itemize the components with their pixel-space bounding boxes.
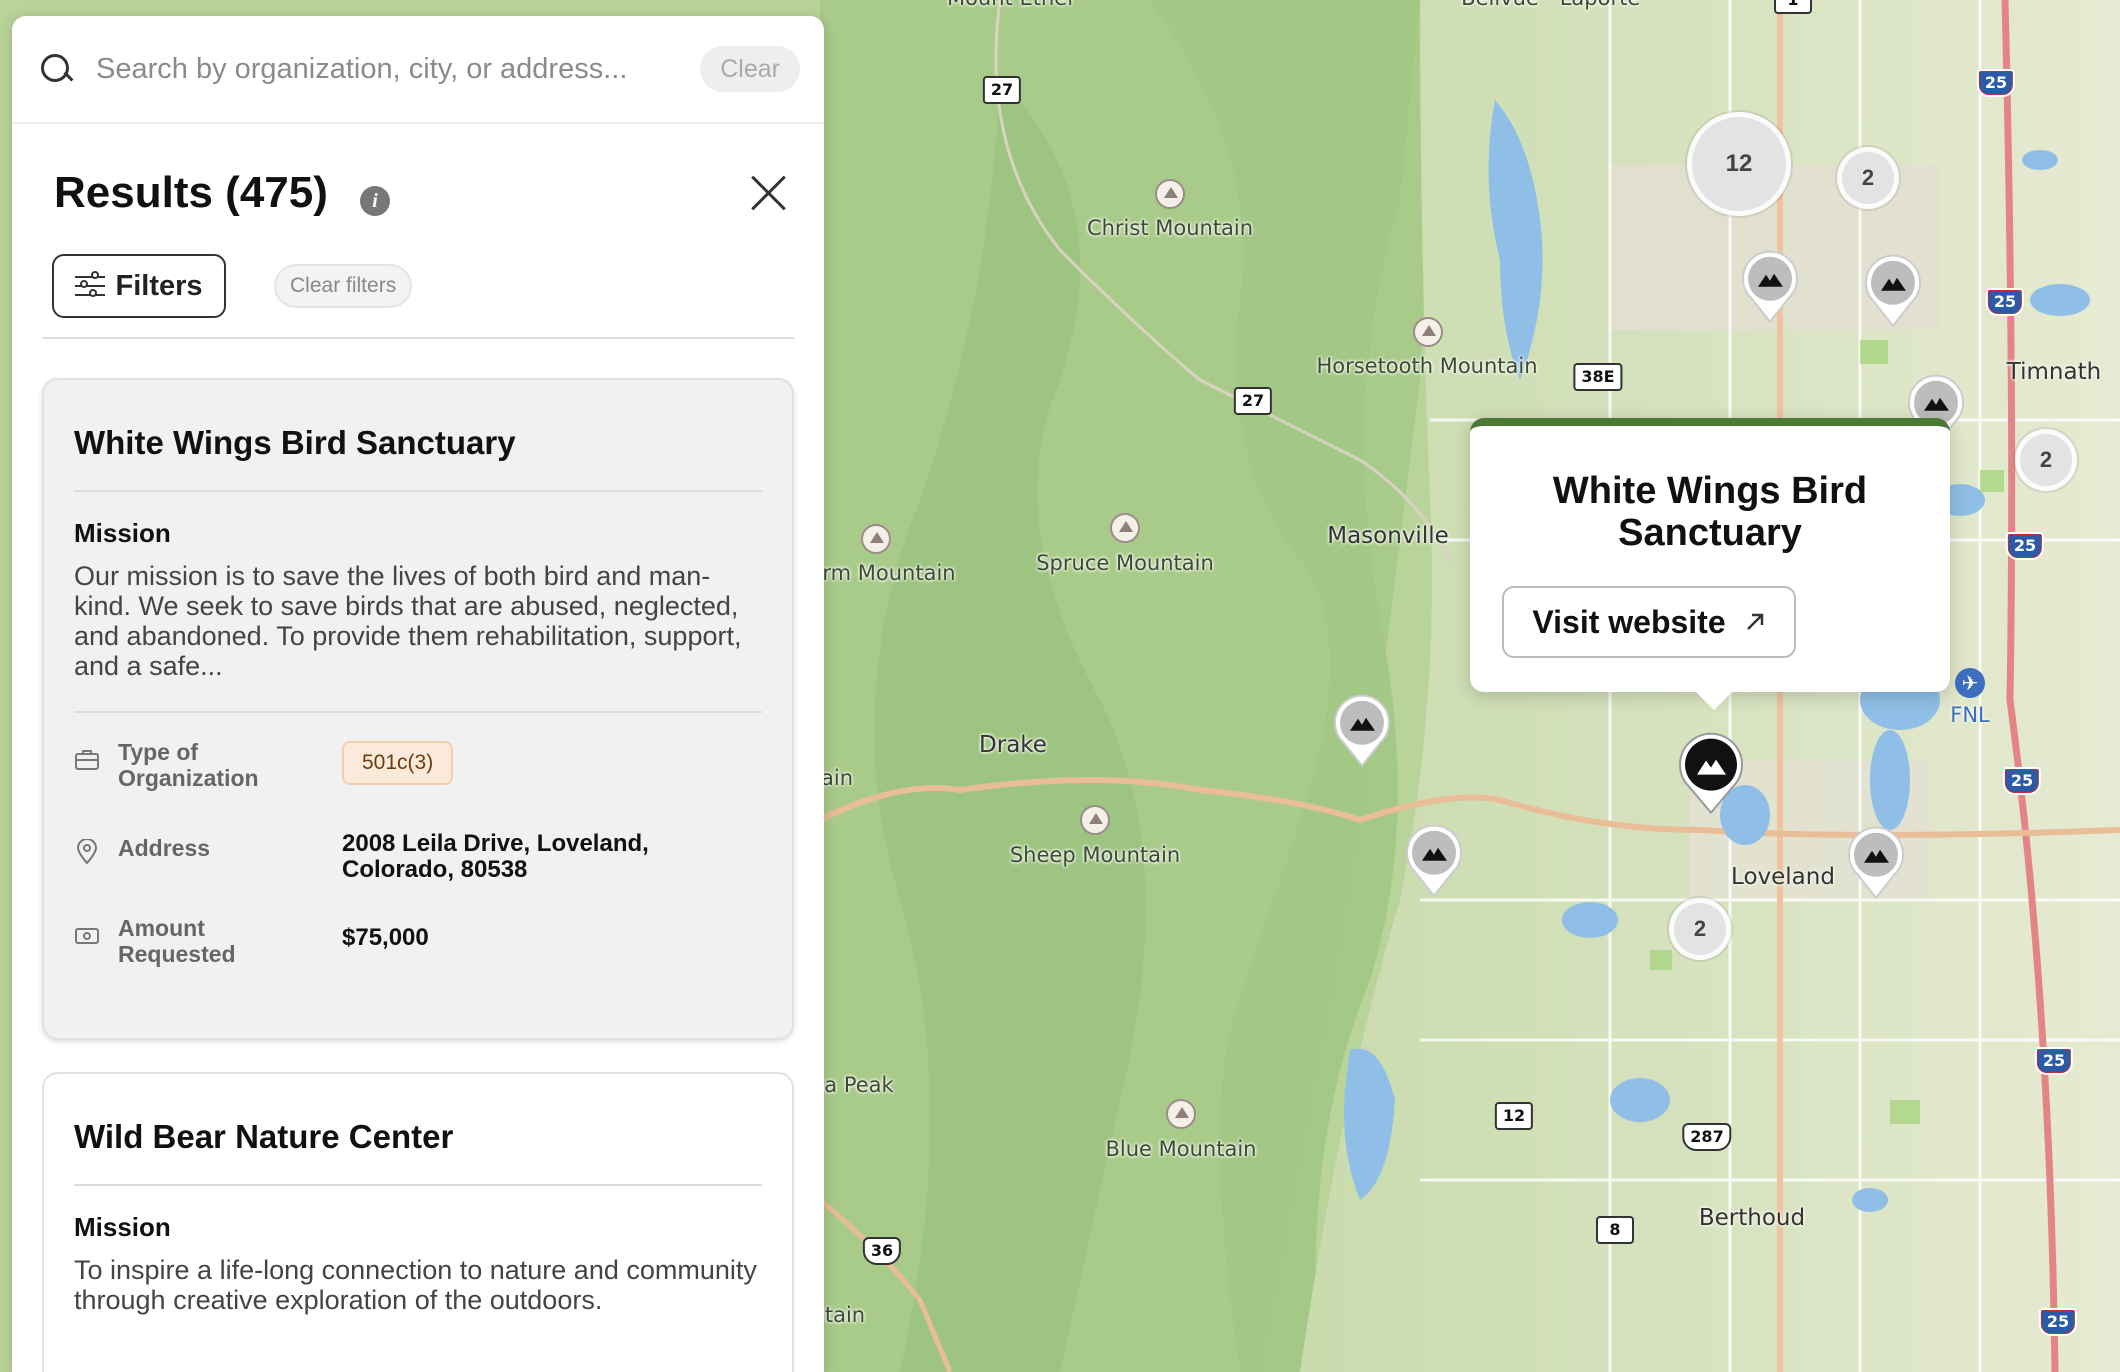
place-label: Mount Ethel (947, 0, 1073, 10)
location-pin-icon (76, 839, 98, 865)
mission-text: Our mission is to save the lives of both… (74, 561, 762, 713)
place-label: Christ Mountain (1086, 216, 1254, 240)
cluster-marker[interactable]: 12 (1687, 112, 1791, 216)
interstate-shield: 25 (2034, 1047, 2074, 1075)
route-shield: 38E (1573, 363, 1623, 391)
popup-title: White Wings Bird Sanctuary (1552, 470, 1868, 554)
peak-icon (1110, 513, 1140, 543)
place-label: ain (820, 766, 854, 790)
peak-icon (1155, 179, 1185, 209)
address-label: Address (118, 835, 211, 861)
interstate-shield: 25 (2038, 1308, 2078, 1336)
detail-row-address: Address 2008 Leila Drive, Loveland, Colo… (74, 823, 762, 901)
place-label: Drake (979, 732, 1047, 758)
filters-button[interactable]: Filters (52, 254, 226, 318)
search-bar: Clear (12, 16, 824, 124)
place-label: FNL (1950, 703, 1990, 727)
place-label: Berthoud (1698, 1205, 1806, 1231)
popup-tail (1696, 692, 1732, 710)
peak-icon (1080, 805, 1110, 835)
route-shield: 8 (1596, 1216, 1634, 1244)
route-shield: 27 (982, 76, 1022, 104)
map-popup: White Wings Bird Sanctuary Visit website (1470, 418, 1950, 710)
type-label: Type of Organization (118, 739, 259, 791)
address-value: 2008 Leila Drive, Loveland, Colorado, 80… (342, 830, 649, 883)
place-label: Bellvue (1461, 0, 1539, 10)
place-label: Blue Mountain (1105, 1137, 1257, 1161)
place-label: Timnath (2006, 359, 2102, 385)
clear-search-button[interactable]: Clear (700, 46, 800, 92)
result-card[interactable]: White Wings Bird Sanctuary Mission Our m… (42, 378, 794, 1040)
close-icon[interactable] (746, 170, 792, 216)
mission-label: Mission (74, 518, 171, 548)
clear-filters-button[interactable]: Clear filters (274, 264, 413, 308)
route-shield: 27 (1233, 387, 1273, 415)
airport-icon: ✈ (1955, 668, 1985, 698)
interstate-shield: 25 (2005, 532, 2045, 560)
route-shield: 36 (862, 1237, 902, 1265)
location-pin[interactable] (1739, 246, 1801, 324)
place-label: Spruce Mountain (1036, 551, 1214, 575)
money-icon (75, 928, 99, 944)
interstate-shield: 25 (2002, 767, 2042, 795)
results-panel: Clear Results (475) i Filters Clear filt… (12, 16, 824, 1372)
location-pin[interactable] (1845, 822, 1907, 900)
sliders-icon (75, 271, 106, 299)
detail-row-amount: Amount Requested $75,000 (74, 907, 762, 985)
external-link-icon (1746, 613, 1763, 630)
briefcase-icon (75, 750, 99, 770)
amount-label: Amount Requested (118, 915, 236, 967)
selected-location-pin[interactable] (1676, 729, 1746, 815)
amount-value: $75,000 (342, 924, 429, 951)
interstate-shield: 25 (1976, 69, 2016, 97)
org-name: White Wings Bird Sanctuary (74, 380, 762, 492)
org-type-badge: 501c(3) (342, 741, 454, 785)
search-icon (38, 51, 74, 87)
result-card[interactable]: Wild Bear Nature Center Mission To inspi… (42, 1072, 794, 1372)
search-input[interactable] (96, 52, 701, 86)
mission-label: Mission (74, 1212, 171, 1242)
interstate-shield: 25 (1985, 288, 2025, 316)
location-pin[interactable] (1403, 820, 1465, 898)
place-label: Sheep Mountain (1009, 843, 1181, 867)
filters-label: Filters (115, 269, 203, 302)
mission-text: To inspire a life-long connection to nat… (74, 1255, 757, 1315)
place-label: tain (824, 1303, 866, 1327)
route-shield: 12 (1494, 1102, 1534, 1130)
route-shield: 1 (1774, 0, 1812, 14)
location-pin[interactable] (1862, 250, 1924, 328)
peak-icon (861, 524, 891, 554)
cluster-marker[interactable]: 2 (1669, 898, 1731, 960)
location-pin[interactable] (1331, 690, 1393, 768)
results-header: Results (475) i Filters Clear filters (42, 124, 794, 339)
route-shield: 287 (1682, 1123, 1732, 1151)
visit-website-label: Visit website (1532, 603, 1726, 640)
cluster-marker[interactable]: 2 (2015, 429, 2077, 491)
peak-icon (1413, 317, 1443, 347)
results-title: Results (475) (54, 168, 328, 217)
info-icon[interactable]: i (360, 186, 390, 216)
place-label: Horsetooth Mountain (1316, 354, 1538, 378)
place-label: Masonville (1327, 523, 1449, 549)
visit-website-button[interactable]: Visit website (1502, 586, 1796, 658)
peak-icon (1166, 1099, 1196, 1129)
cluster-marker[interactable]: 2 (1837, 147, 1899, 209)
place-label: Laporte (1560, 0, 1641, 10)
place-label: rm Mountain (822, 561, 956, 585)
detail-row-type: Type of Organization 501c(3) (74, 731, 762, 809)
place-label: Loveland (1731, 864, 1835, 890)
org-name: Wild Bear Nature Center (74, 1074, 762, 1186)
place-label: a Peak (824, 1073, 894, 1097)
